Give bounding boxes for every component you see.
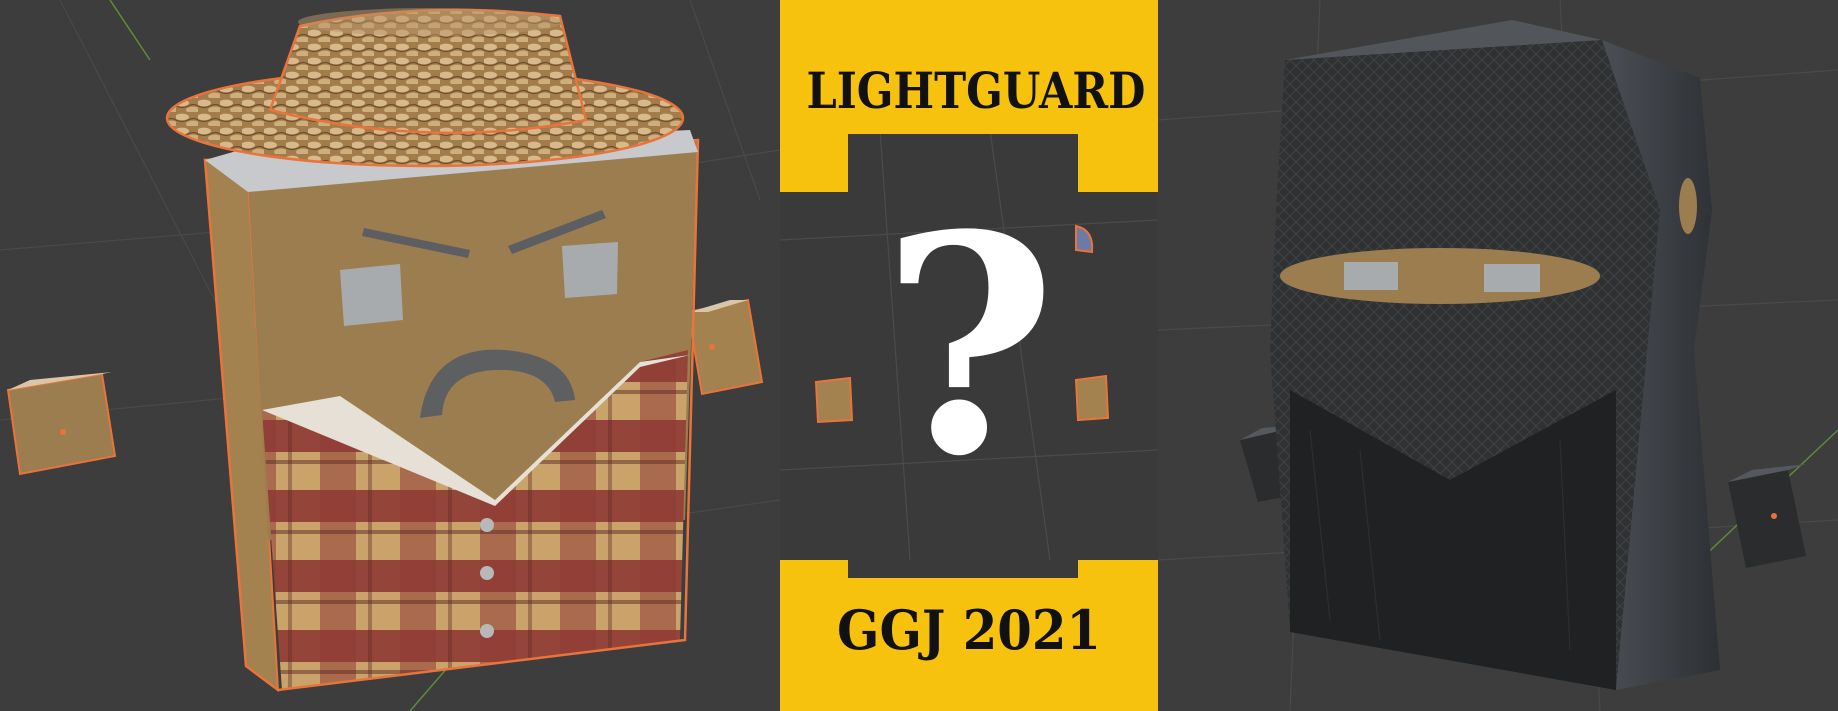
game-title: LIGHTGUARD (806, 61, 1146, 120)
thief-left-eye (1344, 262, 1398, 290)
farmer-character (6, 8, 764, 693)
left-hand-cube (6, 372, 117, 476)
peek-cube-left (814, 376, 854, 424)
shirt-button (480, 518, 494, 532)
thief-right-hand-cube (1728, 464, 1806, 568)
mystery-question-mark: ? (881, 169, 1057, 522)
thief-character (1240, 20, 1806, 690)
axis-line (109, 0, 151, 61)
ear-hole (1679, 178, 1697, 234)
right-eye (562, 242, 618, 298)
left-eye (340, 264, 403, 326)
thief-right-eye (1484, 264, 1540, 292)
right-hand-cube (686, 298, 764, 396)
mask-eye-slit (1280, 248, 1600, 304)
straw-hat (165, 8, 685, 168)
shirt-button (480, 566, 494, 580)
event-label: GGJ 2021 (837, 598, 1101, 662)
shirt-button (480, 624, 494, 638)
